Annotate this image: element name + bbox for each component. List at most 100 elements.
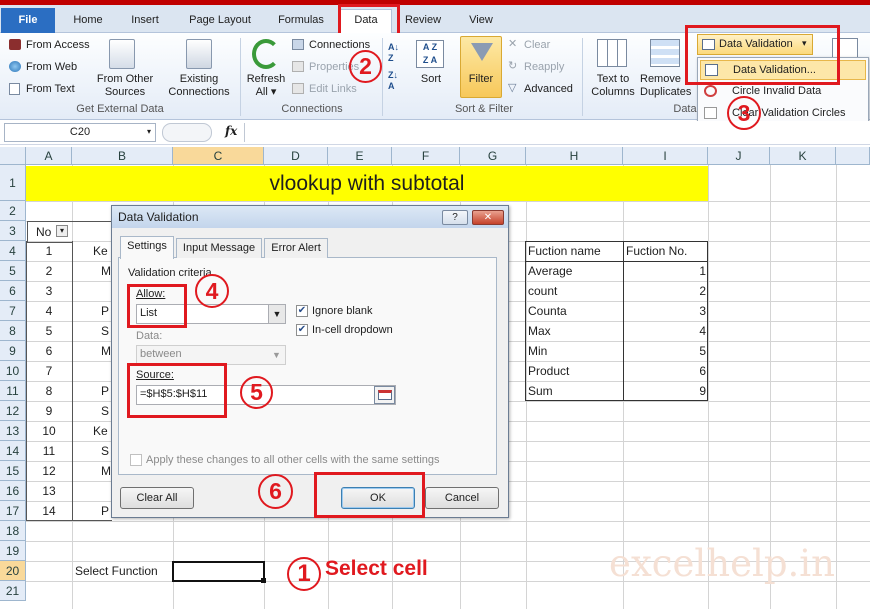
insert-function-icon[interactable]: fx: [225, 124, 237, 138]
row-header[interactable]: 12: [0, 401, 26, 421]
tab-error-alert[interactable]: Error Alert: [264, 238, 328, 258]
table-cell[interactable]: Ke: [93, 241, 111, 261]
table-cell[interactable]: Average: [528, 261, 622, 281]
filter-button[interactable]: [460, 36, 502, 98]
tab-review[interactable]: Review: [398, 10, 448, 32]
b-header-cell[interactable]: [72, 221, 112, 241]
row-header[interactable]: 8: [0, 321, 26, 341]
selected-cell-c20[interactable]: [172, 561, 265, 582]
tab-formulas[interactable]: Formulas: [270, 10, 332, 32]
sort-a-to-z-icon[interactable]: A↓ Z: [388, 42, 404, 64]
row-header[interactable]: 3: [0, 221, 26, 241]
tab-view[interactable]: View: [458, 10, 504, 32]
table-cell[interactable]: count: [528, 281, 622, 301]
column-header[interactable]: J: [708, 147, 770, 165]
row-header[interactable]: 13: [0, 421, 26, 441]
table-cell[interactable]: 10: [26, 421, 72, 441]
filter-dropdown-icon[interactable]: ▾: [56, 225, 68, 237]
column-header[interactable]: I: [623, 147, 708, 165]
row-header-selected[interactable]: 20: [0, 561, 26, 581]
sort-z-to-a-icon[interactable]: Z↓ A: [388, 70, 404, 92]
collapse-dialog-button[interactable]: [374, 386, 395, 404]
tab-home[interactable]: Home: [66, 10, 110, 32]
row-header[interactable]: 18: [0, 521, 26, 541]
advanced-button[interactable]: Advanced: [524, 83, 573, 96]
in-cell-dropdown-checkbox[interactable]: ✔: [296, 324, 308, 336]
table-cell[interactable]: 1: [26, 241, 72, 261]
data-select[interactable]: between: [136, 345, 286, 365]
row-header[interactable]: 10: [0, 361, 26, 381]
from-text-button[interactable]: From Text: [26, 83, 75, 96]
row-header[interactable]: 11: [0, 381, 26, 401]
name-box[interactable]: C20: [4, 123, 156, 142]
column-header[interactable]: D: [264, 147, 328, 165]
table-cell[interactable]: 7: [26, 361, 72, 381]
row-header[interactable]: 17: [0, 501, 26, 521]
apply-all-checkbox[interactable]: [130, 454, 142, 466]
row-header[interactable]: 15: [0, 461, 26, 481]
table-cell[interactable]: 5: [626, 341, 706, 361]
table-cell[interactable]: 5: [26, 321, 72, 341]
chevron-down-icon[interactable]: ▾: [147, 127, 151, 136]
column-header[interactable]: G: [460, 147, 526, 165]
column-header[interactable]: A: [26, 147, 72, 165]
from-web-button[interactable]: From Web: [26, 61, 77, 74]
table-cell[interactable]: 12: [26, 461, 72, 481]
cancel-button[interactable]: Cancel: [425, 487, 499, 509]
table-cell[interactable]: 2: [626, 281, 706, 301]
table-cell[interactable]: Product: [528, 361, 622, 381]
column-header[interactable]: K: [770, 147, 836, 165]
tab-insert[interactable]: Insert: [122, 10, 168, 32]
row-header[interactable]: 7: [0, 301, 26, 321]
tab-input-message[interactable]: Input Message: [176, 238, 262, 258]
function-table-header[interactable]: Fuction No.: [626, 241, 706, 261]
row-header[interactable]: 21: [0, 581, 26, 601]
edit-links-button[interactable]: Edit Links: [309, 83, 357, 96]
tab-page-layout[interactable]: Page Layout: [180, 10, 260, 32]
reapply-button[interactable]: Reapply: [524, 61, 564, 74]
row-header[interactable]: 5: [0, 261, 26, 281]
column-header[interactable]: B: [72, 147, 173, 165]
menu-item-circle-invalid[interactable]: Circle Invalid Data: [700, 82, 866, 102]
row-header[interactable]: 2: [0, 201, 26, 221]
table-cell[interactable]: Sum: [528, 381, 622, 401]
table-cell[interactable]: 4: [26, 301, 72, 321]
table-cell[interactable]: 6: [26, 341, 72, 361]
row-header[interactable]: 4: [0, 241, 26, 261]
row-header[interactable]: 16: [0, 481, 26, 501]
clear-all-button[interactable]: Clear All: [120, 487, 194, 509]
help-button[interactable]: ?: [442, 210, 468, 225]
table-cell[interactable]: 6: [626, 361, 706, 381]
table-cell[interactable]: Max: [528, 321, 622, 341]
row-header[interactable]: 1: [0, 165, 26, 201]
select-all-corner[interactable]: [0, 147, 26, 165]
fill-handle[interactable]: [261, 578, 266, 583]
table-cell[interactable]: 3: [626, 301, 706, 321]
table-cell[interactable]: 13: [26, 481, 72, 501]
close-button[interactable]: ✕: [472, 210, 504, 225]
table-cell[interactable]: 2: [26, 261, 72, 281]
row-header[interactable]: 9: [0, 341, 26, 361]
row-header[interactable]: 14: [0, 441, 26, 461]
clear-button[interactable]: Clear: [524, 39, 550, 52]
table-cell[interactable]: 9: [626, 381, 706, 401]
formula-input[interactable]: [244, 123, 870, 142]
column-header-selected[interactable]: C: [173, 147, 264, 165]
row-header[interactable]: 19: [0, 541, 26, 561]
column-header[interactable]: E: [328, 147, 392, 165]
table-cell[interactable]: 3: [26, 281, 72, 301]
table-cell[interactable]: 8: [26, 381, 72, 401]
from-other-sources-button[interactable]: From Other Sources: [94, 73, 156, 99]
row-header[interactable]: 6: [0, 281, 26, 301]
text-to-columns-button[interactable]: Text to Columns: [588, 73, 638, 99]
table-cell[interactable]: Ke: [93, 421, 111, 441]
column-header[interactable]: H: [526, 147, 623, 165]
table-cell[interactable]: 11: [26, 441, 72, 461]
tab-settings[interactable]: Settings: [120, 236, 174, 259]
function-table-header[interactable]: Fuction name: [528, 241, 622, 261]
refresh-all-button[interactable]: Refresh All ▾: [244, 73, 288, 99]
existing-connections-button[interactable]: Existing Connections: [166, 73, 232, 99]
from-access-button[interactable]: From Access: [26, 39, 90, 52]
sheet-title[interactable]: vlookup with subtotal: [26, 166, 708, 201]
column-header[interactable]: [836, 147, 870, 165]
